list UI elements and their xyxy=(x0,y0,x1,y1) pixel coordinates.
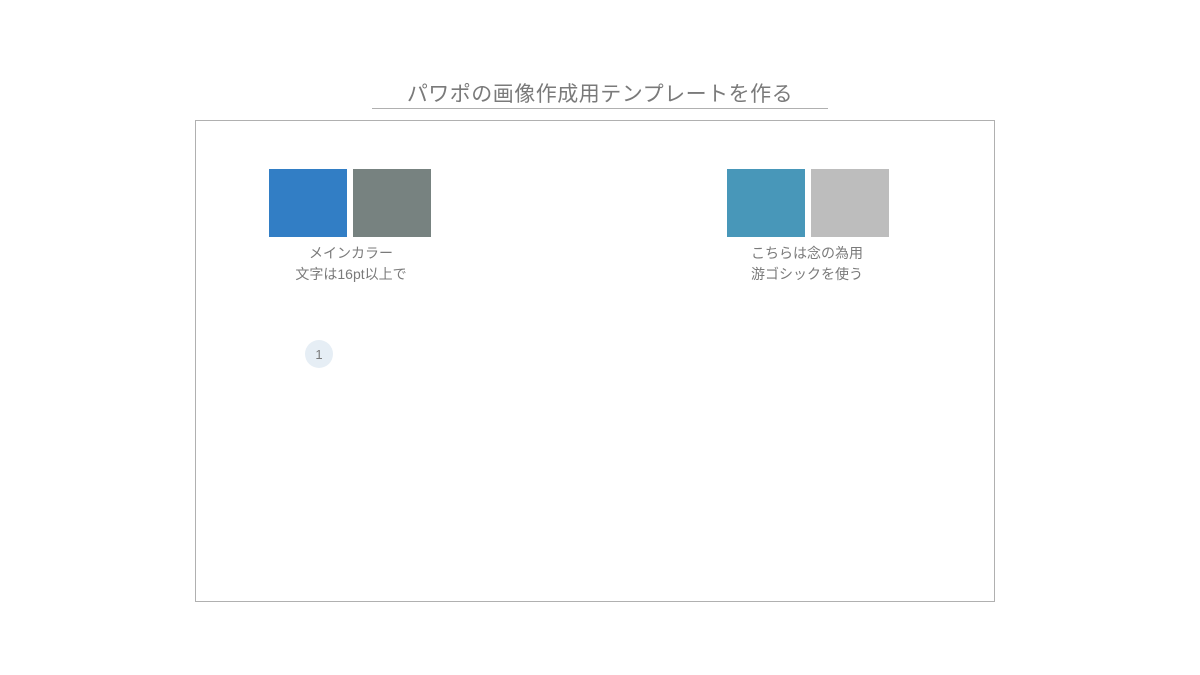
swatch-right-2 xyxy=(811,169,889,237)
swatch-caption-right: こちらは念の為用 游ゴシックを使う xyxy=(680,243,934,285)
swatch-group-left xyxy=(269,169,431,237)
swatch-right-1 xyxy=(727,169,805,237)
caption-right-line2: 游ゴシックを使う xyxy=(680,264,934,285)
number-bullet: 1 xyxy=(305,340,333,368)
page-title: パワポの画像作成用テンプレートを作る xyxy=(407,78,793,108)
title-underline xyxy=(372,108,828,109)
caption-right-line1: こちらは念の為用 xyxy=(680,243,934,264)
swatch-group-right xyxy=(727,169,889,237)
swatch-left-2 xyxy=(353,169,431,237)
caption-left-line1: メインカラー xyxy=(224,243,478,264)
slide-frame: メインカラー 文字は16pt以上で こちらは念の為用 游ゴシックを使う 1 xyxy=(195,120,995,602)
swatch-left-1 xyxy=(269,169,347,237)
swatch-caption-left: メインカラー 文字は16pt以上で xyxy=(224,243,478,285)
caption-left-line2: 文字は16pt以上で xyxy=(224,264,478,285)
